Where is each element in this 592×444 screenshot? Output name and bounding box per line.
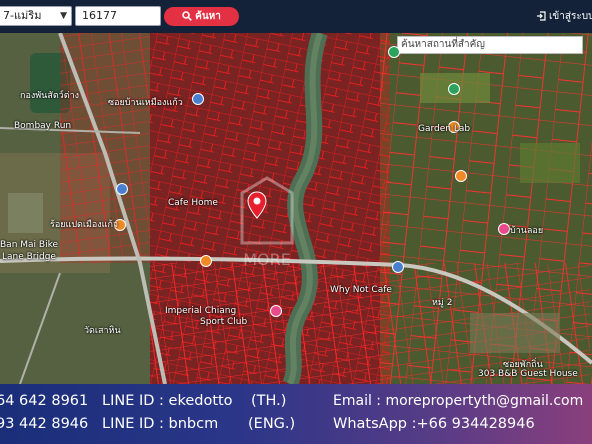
map-label: Garden Lab	[418, 124, 471, 134]
map-label: Bombay Run	[14, 121, 72, 131]
district-select[interactable]: 7-แม่ริม ▼	[0, 6, 72, 26]
line-id-2[interactable]: LINE ID : bnbcm	[102, 416, 218, 432]
map-label: ร้อยแปดเมืองแก้ว	[50, 220, 118, 230]
phone-number-2[interactable]: 93 442 8946	[0, 416, 88, 432]
line-id-1-lang: (TH.)	[251, 393, 287, 409]
top-bar: 7-แม่ริม ▼ 16177 ค้นหา เข้าสู่ระบบ/ล	[0, 0, 592, 33]
map-label: Why Not Cafe	[330, 285, 392, 295]
line-id-1[interactable]: LINE ID : ekedotto	[102, 393, 233, 409]
login-icon	[537, 11, 546, 21]
poi-marker[interactable]	[392, 261, 404, 273]
watermark-logo: MORE	[240, 176, 294, 269]
whatsapp-contact[interactable]: WhatsApp :+66 934428946	[333, 416, 535, 432]
contact-footer: 64 642 8961 LINE ID : ekedotto (TH.) 93 …	[0, 384, 592, 444]
map-label: กองพันสัตว์ต่าง	[20, 91, 80, 101]
poi-marker[interactable]	[498, 223, 510, 235]
poi-marker[interactable]	[192, 93, 204, 105]
search-icon	[182, 11, 192, 21]
poi-marker[interactable]	[270, 305, 282, 317]
district-select-value: 7-แม่ริม	[3, 9, 42, 22]
parcel-number-input[interactable]: 16177	[75, 6, 161, 26]
poi-marker[interactable]	[448, 83, 460, 95]
map-label: Imperial Chiang	[165, 306, 237, 316]
map-label: บ้านลอย	[510, 226, 544, 236]
email-contact[interactable]: Email : morepropertyth@gmail.com	[333, 393, 583, 409]
map-label: Cafe Home	[168, 198, 218, 208]
search-button-label: ค้นหา	[195, 11, 221, 22]
map-label: Ban Mai Bike	[0, 240, 58, 250]
search-button[interactable]: ค้นหา	[164, 7, 239, 26]
chevron-down-icon: ▼	[60, 11, 67, 21]
poi-marker[interactable]	[455, 170, 467, 182]
map-label: วัดเสาหิน	[84, 326, 121, 336]
poi-marker[interactable]	[116, 183, 128, 195]
poi-marker[interactable]	[200, 255, 212, 267]
map-label: Sport Club	[200, 317, 248, 327]
map-label: หมู่ 2	[432, 298, 453, 308]
line-id-2-lang: (ENG.)	[248, 416, 296, 432]
map-view[interactable]: ค้นหาสถานที่สำคัญ MORE กองพันสัตว์ต่าง B…	[0, 33, 592, 384]
login-link[interactable]: เข้าสู่ระบบ/ล	[536, 0, 592, 33]
poi-marker[interactable]	[388, 46, 400, 58]
phone-number-1[interactable]: 64 642 8961	[0, 393, 88, 409]
place-search-input[interactable]: ค้นหาสถานที่สำคัญ	[397, 36, 583, 54]
map-label: Lane Bridge	[2, 252, 56, 262]
map-label: ซอยพักถิ่น	[503, 360, 543, 370]
login-label: เข้าสู่ระบบ/ล	[549, 11, 592, 22]
location-pin-icon[interactable]	[247, 191, 267, 219]
map-label: ซอยบ้านเหมืองแก้ว	[108, 98, 183, 108]
watermark-text: MORE	[243, 250, 291, 269]
